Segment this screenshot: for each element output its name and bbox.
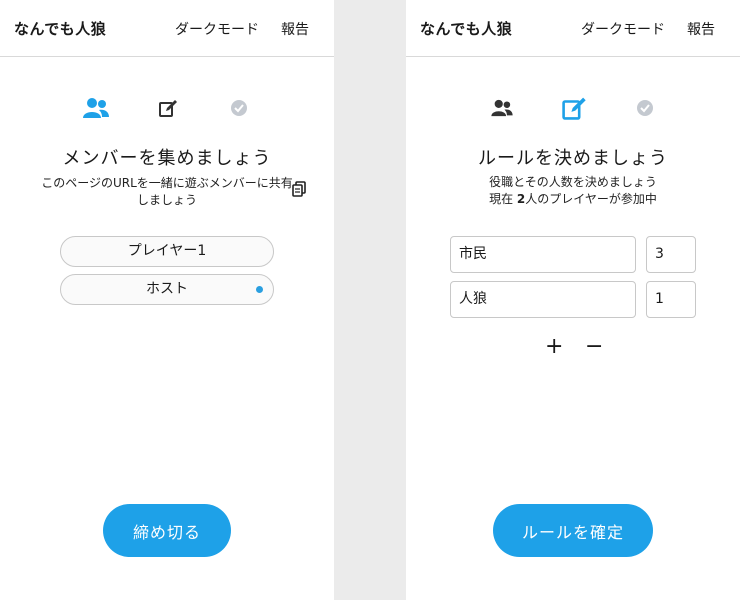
- users-icon: [488, 94, 516, 122]
- edit-icon: [560, 94, 588, 122]
- member-item-host: ホスト: [60, 274, 274, 305]
- role-name-field[interactable]: 人狼: [450, 281, 636, 318]
- member-name: ホスト: [146, 281, 188, 297]
- close-recruiting-button[interactable]: 締め切る: [103, 504, 231, 557]
- header: なんでも人狼 ダークモード 報告: [406, 0, 740, 57]
- edit-icon: [154, 94, 182, 122]
- role-count-field[interactable]: 3: [646, 236, 696, 273]
- player-count-prefix: 現在: [489, 192, 517, 206]
- player-count-suffix: 人のプレイヤーが参加中: [525, 192, 657, 206]
- member-item: プレイヤー1: [60, 236, 274, 267]
- report-link[interactable]: 報告: [281, 19, 309, 39]
- copy-icon[interactable]: [292, 181, 306, 201]
- users-icon: [82, 94, 110, 122]
- page-title: メンバーを集めましょう: [62, 148, 272, 169]
- confirm-rules-button[interactable]: ルールを確定: [493, 504, 653, 557]
- add-role-button[interactable]: +: [545, 335, 563, 359]
- share-instruction-line1: このページのURLを一緒に遊ぶメンバーに共有: [41, 176, 293, 190]
- host-indicator: [256, 286, 263, 293]
- dark-mode-link[interactable]: ダークモード: [581, 19, 665, 39]
- share-instruction-line2: しましょう: [136, 193, 197, 207]
- player-count: 2: [516, 192, 526, 206]
- remove-role-button[interactable]: −: [585, 335, 603, 359]
- rules-panel: なんでも人狼 ダークモード 報告 ルールを決めましょう 役職とその人数を決めまし…: [406, 0, 740, 600]
- player-count-text: 現在 2人のプレイヤーが参加中: [406, 191, 740, 208]
- check-circle-icon: [225, 94, 253, 122]
- rules-instruction: 役職とその人数を決めましょう: [489, 175, 657, 189]
- check-circle-icon: [631, 94, 659, 122]
- report-link[interactable]: 報告: [687, 19, 715, 39]
- role-count-field[interactable]: 1: [646, 281, 696, 318]
- page-title: ルールを決めましょう: [478, 148, 668, 169]
- dark-mode-link[interactable]: ダークモード: [175, 19, 259, 39]
- role-name-field[interactable]: 市民: [450, 236, 636, 273]
- app-title[interactable]: なんでも人狼: [14, 18, 106, 39]
- app-title[interactable]: なんでも人狼: [420, 18, 512, 39]
- header: なんでも人狼 ダークモード 報告: [0, 0, 334, 57]
- members-panel: なんでも人狼 ダークモード 報告 メンバーを集めましょう このページのURLを一…: [0, 0, 334, 600]
